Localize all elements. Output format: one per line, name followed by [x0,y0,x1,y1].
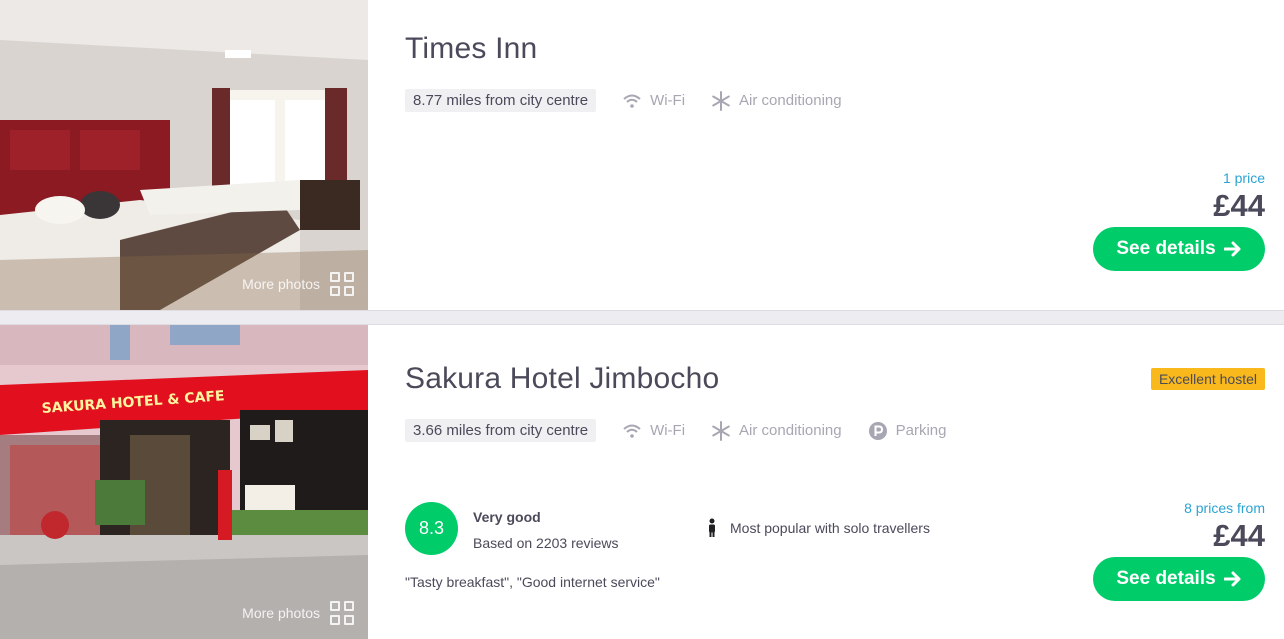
price-block: 8 prices from £44 [1184,500,1265,554]
arrow-right-icon [1223,241,1241,257]
distance-tag: 3.66 miles from city centre [405,419,597,442]
review-quotes: "Tasty breakfast", "Good internet servic… [405,574,660,590]
review-score-badge: 8.3 [405,502,458,555]
amenity-wifi: Wi-Fi [622,422,685,439]
amenity-label: Wi-Fi [650,422,686,439]
hotel-exterior-image: SAKURA HOTEL & CAFE [0,325,368,639]
more-photos-link[interactable]: More photos [242,272,354,296]
card-divider [0,310,1284,325]
arrow-right-icon [1223,571,1241,587]
price-value: £44 [1213,188,1265,223]
price-count-link[interactable]: 8 prices from [1184,500,1265,516]
distance-tag: 8.77 miles from city centre [405,89,597,112]
snowflake-icon [712,420,730,441]
amenity-label: Parking [895,422,947,439]
photo-grid-icon [330,272,354,296]
hotel-name[interactable]: Times Inn [405,32,537,66]
amenity-parking: Parking [868,421,947,441]
price-block: 1 price £44 [1213,170,1265,224]
amenity-label: Air conditioning [739,422,842,439]
see-details-button[interactable]: See details [1093,227,1265,271]
more-photos-link[interactable]: More photos [242,601,354,625]
see-details-label: See details [1116,568,1216,589]
photo-grid-icon [330,601,354,625]
amenity-air-conditioning: Air conditioning [711,90,842,111]
see-details-label: See details [1116,238,1216,259]
amenity-label: Wi-Fi [650,92,686,109]
price-value: £44 [1213,518,1265,553]
more-photos-label: More photos [242,605,320,621]
hotel-meta-row: 3.66 miles from city centre Wi-Fi Air co… [405,419,946,442]
hotel-room-image [0,0,368,310]
hotel-photo[interactable]: SAKURA HOTEL & CAFE More photos [0,325,368,639]
parking-icon [868,421,887,440]
price-count-link[interactable]: 1 price [1213,170,1265,186]
amenity-air-conditioning: Air conditioning [711,420,842,441]
wifi-icon [623,94,641,108]
hotel-photo[interactable]: More photos [0,0,368,310]
snowflake-icon [712,90,730,111]
hotel-card[interactable]: More photos Times Inn 8.77 miles from ci… [0,0,1284,310]
popular-with-note: Most popular with solo travellers [706,518,930,538]
amenity-label: Air conditioning [739,92,842,109]
review-count-link[interactable]: Based on 2203 reviews [473,535,619,551]
amenity-wifi: Wi-Fi [622,92,685,109]
popular-label: Most popular with solo travellers [730,520,930,536]
hotel-card[interactable]: SAKURA HOTEL & CAFE More photos Sakura H… [0,325,1284,639]
wifi-icon [623,424,641,438]
more-photos-label: More photos [242,276,320,292]
hotel-meta-row: 8.77 miles from city centre Wi-Fi Air co… [405,89,842,112]
rating-label: Very good [473,509,541,525]
excellent-hostel-badge: Excellent hostel [1150,368,1265,390]
see-details-button[interactable]: See details [1093,557,1265,601]
hotel-name[interactable]: Sakura Hotel Jimbocho [405,362,719,396]
solo-traveller-icon [709,518,715,537]
